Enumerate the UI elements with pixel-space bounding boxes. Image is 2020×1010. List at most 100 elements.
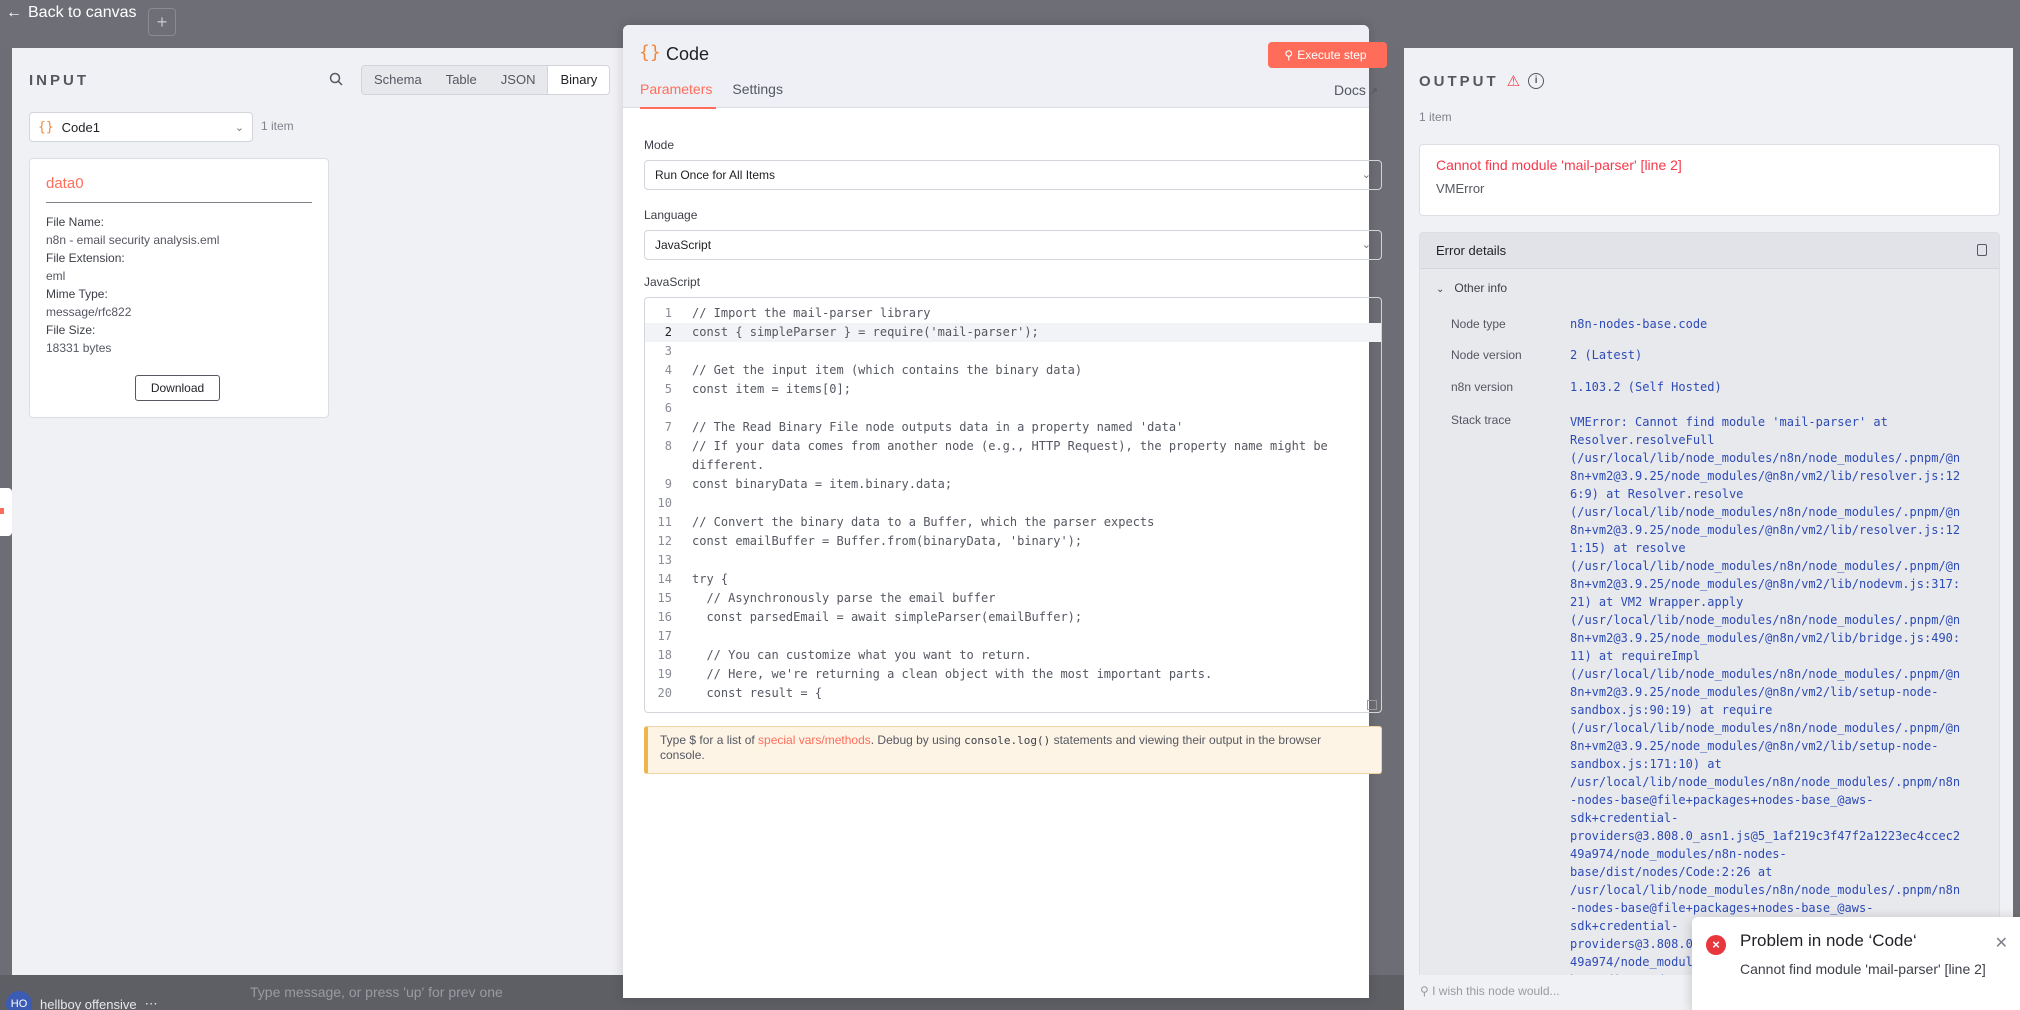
close-icon[interactable]: ✕	[1995, 933, 2008, 953]
code-line[interactable]: 3	[645, 342, 1381, 361]
code-line[interactable]: 8 // If your data comes from another node…	[645, 437, 1381, 475]
back-label: Back to canvas	[28, 4, 137, 21]
code-text: const result = {	[692, 686, 823, 700]
code-text: // Asynchronously parse the email buffer	[692, 591, 996, 605]
code-text: // You can customize what you want to re…	[692, 648, 1032, 662]
code-text: const item = items[0];	[692, 382, 851, 396]
line-number: 17	[657, 629, 672, 643]
code-node-modal: {} Code ⚲ Execute step Parameters Setting…	[623, 25, 1387, 998]
code-text: // Import the mail-parser library	[692, 306, 931, 320]
node-title[interactable]: Code	[666, 44, 709, 65]
binary-name: data0	[46, 175, 312, 203]
line-number: 12	[657, 534, 672, 548]
avatar: HO	[6, 991, 32, 1010]
code-line[interactable]: 10	[645, 494, 1381, 513]
modal-header: {} Code ⚲ Execute step Parameters Setting…	[623, 25, 1387, 109]
code-line[interactable]: 9 const binaryData = item.binary.data;	[645, 475, 1381, 494]
error-toast: × Problem in node ‘Code‘ Cannot find mod…	[1692, 917, 2020, 1010]
search-icon[interactable]	[328, 71, 344, 87]
tab-settings[interactable]: Settings	[732, 81, 783, 109]
line-number: 11	[657, 515, 672, 529]
docs-link[interactable]: Docs ↗	[1334, 82, 1378, 98]
line-number: 6	[664, 401, 672, 415]
error-details-header: Error details	[1420, 233, 1999, 269]
code-line[interactable]: 12 const emailBuffer = Buffer.from(binary…	[645, 532, 1381, 551]
execute-step-button[interactable]: ⚲ Execute step	[1268, 42, 1387, 68]
stack-trace-label: Stack trace	[1451, 413, 1512, 427]
code-line[interactable]: 14 try {	[645, 570, 1381, 589]
input-node-value: Code1	[61, 119, 100, 135]
code-text: // Here, we're returning a clean object …	[692, 667, 1213, 681]
line-number: 13	[657, 553, 672, 567]
code-line[interactable]: 17	[645, 627, 1381, 646]
back-to-canvas-link[interactable]: ← Back to canvas	[6, 4, 137, 22]
hint-text-1: Type $ for a list of	[660, 733, 759, 747]
code-text: const emailBuffer = Buffer.from(binaryDa…	[692, 534, 1083, 548]
add-node-button[interactable]: +	[148, 8, 176, 36]
error-details: Error details ⌄ Other info Node type n8n-…	[1419, 232, 2000, 992]
language-select[interactable]: JavaScript ⌄	[644, 230, 1382, 260]
output-panel: OUTPUT ⚠ i 1 item Cannot find module 'ma…	[1404, 48, 2013, 992]
view-json[interactable]: JSON	[489, 66, 548, 94]
tab-parameters[interactable]: Parameters	[640, 81, 717, 109]
code-line[interactable]: 20 const result = {	[645, 684, 1381, 703]
panel-drag-handle[interactable]	[0, 488, 12, 536]
execute-label: Execute step	[1297, 48, 1367, 62]
code-line[interactable]: 1 // Import the mail-parser library	[645, 304, 1381, 323]
error-details-title: Error details	[1436, 243, 1507, 258]
code-line[interactable]: 16 const parsedEmail = await simpleParse…	[645, 608, 1381, 627]
toast-title: Problem in node ‘Code‘	[1740, 931, 1917, 950]
error-type: VMError	[1436, 181, 1485, 196]
code-line[interactable]: 19 // Here, we're returning a clean obje…	[645, 665, 1381, 684]
input-panel: INPUT Schema Table JSON Binary {} Code1 …	[12, 48, 624, 975]
error-icon: ×	[1706, 935, 1726, 955]
resize-handle-icon[interactable]	[1367, 700, 1377, 710]
chevron-down-icon: ⌄	[1436, 284, 1445, 295]
hint-text-2: . Debug by using	[870, 733, 965, 747]
code-editor[interactable]: 1 // Import the mail-parser library 2 const…	[644, 297, 1382, 713]
ellipsis-icon[interactable]: ⋯	[145, 996, 158, 1010]
output-item-count: 1 item	[1419, 110, 1452, 124]
language-value: JavaScript	[655, 238, 712, 252]
code-line[interactable]: 13	[645, 551, 1381, 570]
code-line[interactable]: 6	[645, 399, 1381, 418]
chevron-down-icon: ⌄	[1361, 239, 1371, 251]
error-title: Cannot find module 'mail-parser' [line 2…	[1436, 157, 1682, 173]
chat-input[interactable]: Type message, or press 'up' for prev one	[250, 984, 503, 1000]
code-text: // The Read Binary File node outputs dat…	[692, 420, 1184, 434]
view-table[interactable]: Table	[434, 66, 489, 94]
flask-icon: ⚲	[1284, 48, 1294, 62]
line-number: 16	[657, 610, 672, 624]
mode-select[interactable]: Run Once for All Items ⌄	[644, 160, 1382, 190]
feedback-input[interactable]: ⚲ I wish this node would...	[1404, 975, 1694, 1010]
info-icon[interactable]: i	[1528, 73, 1545, 89]
line-number: 4	[664, 363, 672, 377]
code-line[interactable]: 15 // Asynchronously parse the email buf…	[645, 589, 1381, 608]
view-binary[interactable]: Binary	[547, 66, 610, 94]
view-schema[interactable]: Schema	[362, 66, 434, 94]
lightbulb-icon: ⚲	[1420, 984, 1433, 998]
other-info-toggle[interactable]: ⌄ Other info	[1436, 281, 1517, 295]
special-vars-link[interactable]: special vars/methods	[758, 733, 871, 747]
user-name: hellboy offensive	[40, 996, 137, 1010]
code-line[interactable]: 5 const item = items[0];	[645, 380, 1381, 399]
input-node-select[interactable]: {} Code1 ⌄	[29, 112, 253, 142]
user-menu[interactable]: HO hellboy offensive ⋯	[6, 991, 158, 1010]
code-line[interactable]: 7 // The Read Binary File node outputs da…	[645, 418, 1381, 437]
code-line[interactable]: 11 // Convert the binary data to a Buffer…	[645, 513, 1381, 532]
mode-value: Run Once for All Items	[655, 168, 776, 182]
toast-body: Cannot find module 'mail-parser' [line 2…	[1740, 961, 1986, 977]
file-size-value: 18331 bytes	[46, 341, 112, 355]
code-node-icon: {}	[38, 119, 54, 135]
code-line[interactable]: 2 const { simpleParser } = require('mail-…	[645, 323, 1381, 342]
input-item-count: 1 item	[261, 119, 294, 133]
code-line[interactable]: 4 // Get the input item (which contains t…	[645, 361, 1381, 380]
copy-icon[interactable]	[1977, 244, 1987, 256]
download-button[interactable]: Download	[135, 375, 220, 401]
code-line[interactable]: 18 // You can customize what you want to…	[645, 646, 1381, 665]
line-number: 10	[657, 496, 672, 510]
